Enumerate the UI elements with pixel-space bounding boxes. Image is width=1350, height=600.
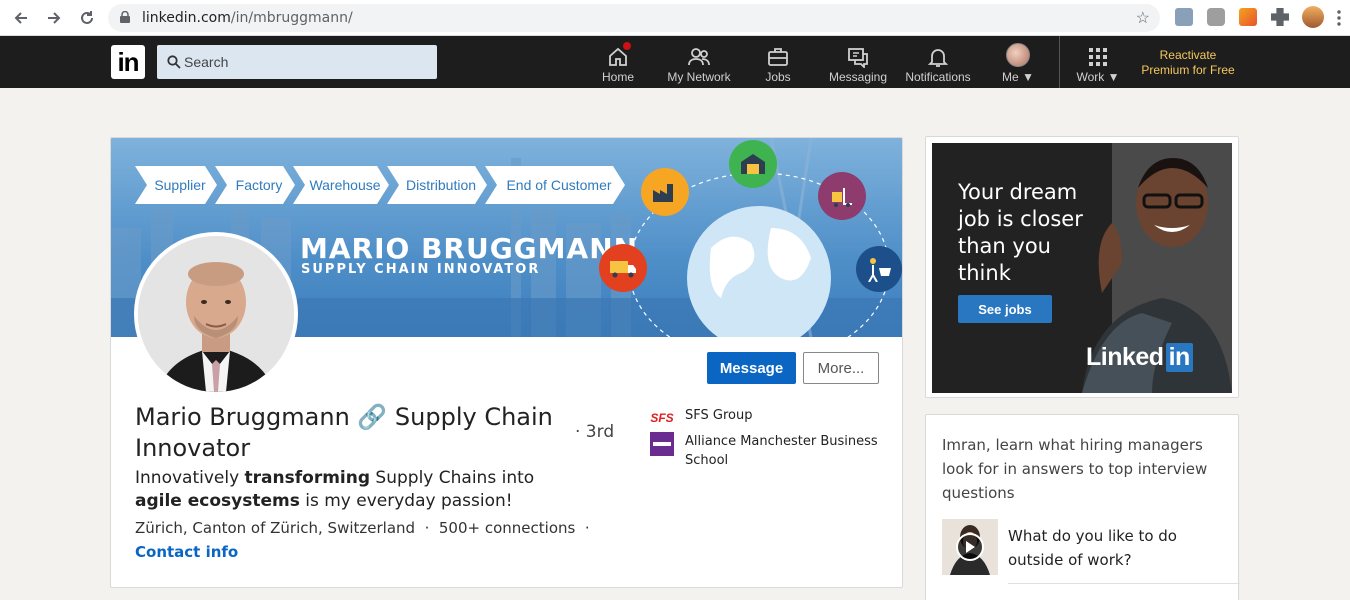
nav-work-label: Work ▼ [1076,70,1120,84]
reload-icon[interactable] [75,6,99,30]
connection-degree: · 3rd [575,422,615,442]
nav-home-label: Home [601,70,634,84]
interview-prompt: Imran, learn what hiring managers look f… [942,436,1208,502]
factory-icon [641,168,689,216]
nav-notifications[interactable]: Notifications [902,36,974,88]
banner-step-end-of-customer: End of Customer [485,166,625,204]
profile-location-line: Zürich, Canton of Zürich, Switzerland · … [135,519,590,537]
warehouse-icon [729,140,777,188]
forklift-icon [818,172,866,220]
nav-work[interactable]: Work ▼ [1072,36,1124,88]
banner-step-warehouse: Warehouse [293,166,389,204]
banner-step-factory: Factory [215,166,295,204]
profile-card: Supplier Factory Warehouse Distribution … [110,137,903,588]
premium-line1: Reactivate [1159,48,1217,62]
messaging-icon [848,48,868,68]
manchester-logo [649,432,675,456]
chevron-down-icon: ▼ [1022,70,1034,84]
url-text: linkedin.com/in/mbruggmann/ [142,10,353,26]
forward-icon[interactable] [42,6,66,30]
camera-icon[interactable] [1207,8,1225,26]
profile-location: Zürich, Canton of Zürich, Switzerland [135,519,416,537]
nav-my-network-label: My Network [667,70,731,84]
ad-banner[interactable]: Your dream job is closer than you think … [932,143,1232,393]
back-icon[interactable] [9,6,33,30]
sfs-logo: SFS [650,411,674,425]
customer-cart-icon [856,246,902,292]
chevron-down-icon: ▼ [1107,70,1120,84]
bookmark-star-icon[interactable]: ☆ [1136,8,1150,28]
banner-step-distribution: Distribution [387,166,487,204]
address-bar[interactable]: linkedin.com/in/mbruggmann/ ☆ [108,4,1160,32]
reactivate-premium-link[interactable]: Reactivate Premium for Free [1128,48,1248,78]
search-box[interactable] [157,45,437,79]
divider [1008,583,1240,584]
premium-line2: Premium for Free [1141,63,1235,77]
nav-me[interactable]: Me ▼ [995,36,1041,88]
banner-step-supplier: Supplier [135,166,217,204]
play-icon[interactable] [956,533,984,561]
org-sfs-group[interactable]: SFS SFS Group [649,406,885,430]
extension-code-icon[interactable] [1175,8,1193,26]
contact-info-link[interactable]: Contact info [135,543,238,561]
interview-question[interactable]: What do you like to do outside of work? [1008,524,1228,572]
banner-name: MARIO BRUGGMANN [300,232,639,265]
profile-name: Mario Bruggmann 🔗 Supply Chain Innovator [135,403,553,462]
profile-avatar[interactable] [1302,6,1324,28]
ad-headline: Your dream job is closer than you think [958,180,1083,285]
interview-prep-card: Imran, learn what hiring managers look f… [925,414,1240,600]
lock-icon [120,11,130,23]
banner-subtitle: SUPPLY CHAIN INNOVATOR [301,262,541,277]
network-icon [688,48,710,66]
avatar [1006,43,1030,67]
nav-jobs-label: Jobs [765,70,791,84]
bell-icon [927,49,949,67]
nav-messaging[interactable]: Messaging [827,36,889,88]
profile-photo-image [138,236,294,392]
kebab-menu-icon[interactable] [1333,6,1345,30]
nav-messaging-label: Messaging [828,70,888,84]
org-name: Alliance Manchester Business School [685,434,878,468]
search-input[interactable] [184,45,424,79]
connections-count[interactable]: 500+ connections [439,519,575,537]
ad-card[interactable]: Your dream job is closer than you think … [925,136,1239,398]
nav-my-network[interactable]: My Network [663,36,735,88]
nav-notifications-label: Notifications [905,70,971,84]
linkedin-logo[interactable]: in [111,45,145,79]
grid-icon [1089,48,1107,66]
message-button[interactable]: Message [707,352,796,384]
notification-badge [621,40,633,52]
profile-photo[interactable] [134,232,298,396]
browser-toolbar: linkedin.com/in/mbruggmann/ ☆ [0,0,1350,36]
linkedin-navbar: in Home My Network Jobs Messaging Notifi… [0,36,1350,88]
extension-chart-icon[interactable] [1239,8,1257,26]
search-icon [167,55,181,69]
puzzle-icon[interactable] [1271,8,1289,26]
nav-divider [1059,36,1060,88]
truck-icon [599,244,647,292]
org-name: SFS Group [685,408,753,423]
nav-me-label: Me ▼ [1002,70,1034,84]
profile-headline: Innovatively transforming Supply Chains … [135,468,535,511]
linkedin-ad-logo: Linked in [1086,343,1193,372]
see-jobs-button[interactable]: See jobs [958,295,1052,323]
interview-video-thumbnail[interactable] [942,519,998,575]
more-button[interactable]: More... [803,352,879,384]
nav-jobs[interactable]: Jobs [758,36,798,88]
org-alliance-manchester[interactable]: Alliance Manchester Business School [649,432,885,470]
briefcase-icon [768,48,788,66]
